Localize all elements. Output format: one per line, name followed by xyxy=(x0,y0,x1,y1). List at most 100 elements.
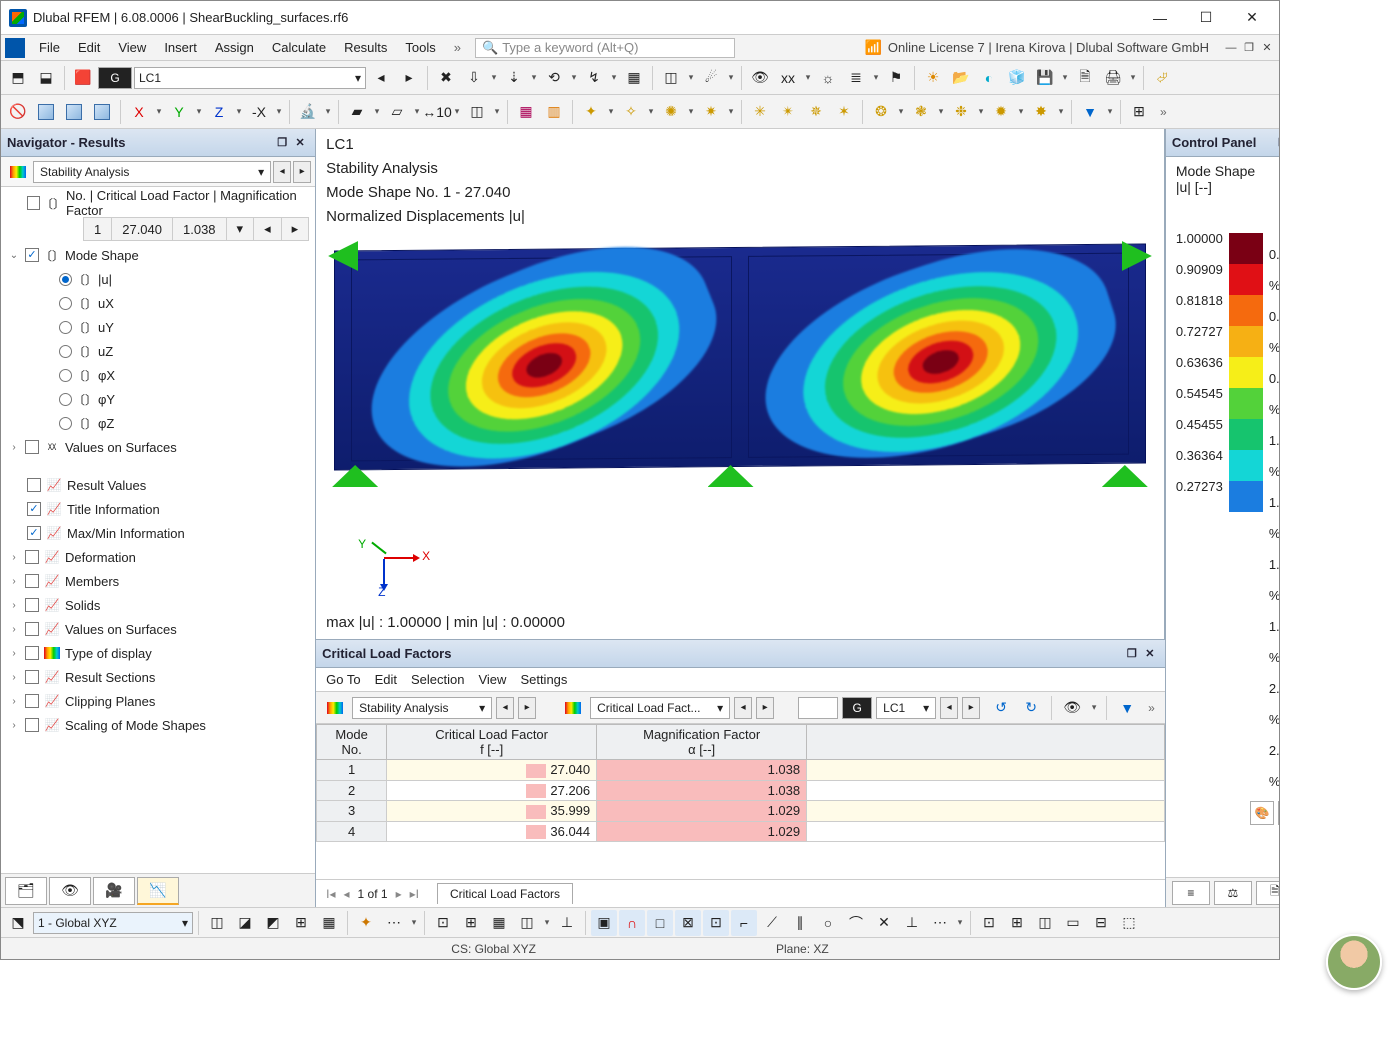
dock-icon[interactable]: ❐ xyxy=(1123,645,1141,663)
crit-factor-combo[interactable]: 1 27.040 1.038 ▾◂▸ xyxy=(83,217,309,241)
tbl-next3-button[interactable]: ▸ xyxy=(962,697,980,719)
axis-z-icon[interactable]: Z xyxy=(206,99,232,125)
cancel-icon[interactable]: 🚫 xyxy=(5,99,31,125)
osnap3-icon[interactable]: ⊠ xyxy=(675,910,701,936)
cp-tab-legend[interactable]: ≡ xyxy=(1172,881,1210,905)
tool-d-icon[interactable]: ⟲ xyxy=(541,65,567,91)
dock-icon[interactable]: ❐ xyxy=(273,134,291,152)
st2-icon[interactable]: ◪ xyxy=(232,910,258,936)
table-analysis-combo[interactable]: Stability Analysis▾ xyxy=(352,697,492,719)
tool-i-icon[interactable]: xx xyxy=(775,65,801,91)
tool-l-icon[interactable]: ⚑ xyxy=(883,65,909,91)
table-menu-edit[interactable]: Edit xyxy=(375,672,397,687)
osnap5-icon[interactable]: ⌐ xyxy=(731,910,757,936)
tree-values-on-surfaces[interactable]: ›ᵡᵡ Values on Surfaces xyxy=(3,435,313,459)
table-row[interactable]: 2 27.206 1.038 xyxy=(317,780,1165,801)
axis-x-icon[interactable]: X xyxy=(126,99,152,125)
checkbox[interactable] xyxy=(25,248,39,262)
sel4-icon[interactable]: ▭ xyxy=(1060,910,1086,936)
sel2-icon[interactable]: ⊞ xyxy=(1004,910,1030,936)
sel5-icon[interactable]: ⊟ xyxy=(1088,910,1114,936)
cat-clipping-planes[interactable]: ›📈Clipping Planes xyxy=(3,689,313,713)
tool-a-icon[interactable]: ✖ xyxy=(433,65,459,91)
st4-icon[interactable]: ⊞ xyxy=(288,910,314,936)
tool-f-icon[interactable]: ▦ xyxy=(621,65,647,91)
menu-assign[interactable]: Assign xyxy=(207,37,262,58)
cat-deformation[interactable]: ›📈Deformation xyxy=(3,545,313,569)
osnap-magnet-icon[interactable]: ∩ xyxy=(619,910,645,936)
iso3-icon[interactable] xyxy=(89,99,115,125)
tool-m-icon[interactable]: ☀ xyxy=(920,65,946,91)
osnap2-icon[interactable]: □ xyxy=(647,910,673,936)
opt-maxmin-info[interactable]: 📈Max/Min Information xyxy=(3,521,313,545)
osnap6-icon[interactable]: ⟋ xyxy=(759,910,785,936)
star8-icon[interactable]: ✶ xyxy=(831,99,857,125)
osnap1-icon[interactable]: ▣ xyxy=(591,910,617,936)
cs-combo[interactable]: 1 - Global XYZ▾ xyxy=(33,912,193,934)
snap3-icon[interactable]: ▦ xyxy=(486,910,512,936)
opt-title-info[interactable]: 📈Title Information xyxy=(3,497,313,521)
nav-prev-button[interactable]: ◂ xyxy=(273,161,291,183)
critical-load-table[interactable]: ModeNo. Critical Load Factorf [--] Magni… xyxy=(316,724,1165,842)
st7-icon[interactable]: ⋯ xyxy=(381,910,407,936)
cp-options-icon[interactable]: ⊟ xyxy=(1278,801,1279,825)
nav-tab-results[interactable]: 📉 xyxy=(137,877,179,905)
osnap4-icon[interactable]: ⊡ xyxy=(703,910,729,936)
cat-scaling-modes[interactable]: ›📈Scaling of Mode Shapes xyxy=(3,713,313,737)
star5-icon[interactable]: ✳ xyxy=(747,99,773,125)
tree-mode-uy[interactable]: 〔〕uY xyxy=(3,315,313,339)
save-icon[interactable]: 💾 xyxy=(1032,65,1058,91)
table-row[interactable]: 3 35.999 1.029 xyxy=(317,801,1165,822)
star1-icon[interactable]: ✦ xyxy=(578,99,604,125)
opt-result-values[interactable]: 📈Result Values xyxy=(3,473,313,497)
osnap7-icon[interactable]: ∥ xyxy=(787,910,813,936)
tbl-overflow-icon[interactable]: » xyxy=(1144,701,1159,715)
osnap11-icon[interactable]: ⊥ xyxy=(899,910,925,936)
nav-next-button[interactable]: ▸ xyxy=(293,161,311,183)
st1-icon[interactable]: ◫ xyxy=(204,910,230,936)
close-panel-icon[interactable]: ✕ xyxy=(291,134,309,152)
table-row[interactable]: 1 27.040 1.038 xyxy=(317,760,1165,781)
filter-icon[interactable]: ▼ xyxy=(1077,99,1103,125)
cp-edit-colors-icon[interactable]: 🎨 xyxy=(1250,801,1274,825)
tool-k-icon[interactable]: ≣ xyxy=(843,65,869,91)
tool-c-icon[interactable]: ⇣ xyxy=(501,65,527,91)
table-result-combo[interactable]: Critical Load Fact...▾ xyxy=(590,697,730,719)
checkbox[interactable] xyxy=(27,196,40,210)
tool-b-icon[interactable]: ⇩ xyxy=(461,65,487,91)
axis-neg-x-icon[interactable]: -X xyxy=(246,99,272,125)
tree-mode-uz[interactable]: 〔〕uZ xyxy=(3,339,313,363)
cs-icon[interactable]: ⬔ xyxy=(5,910,31,936)
sync2-icon[interactable]: ↻ xyxy=(1018,695,1044,721)
loadcase-combo[interactable]: LC1▾ xyxy=(134,67,366,89)
cat-members[interactable]: ›📈Members xyxy=(3,569,313,593)
analysis-combo[interactable]: Stability Analysis▾ xyxy=(33,161,271,183)
toolbar-overflow-icon[interactable]: » xyxy=(1154,105,1173,119)
snap2-icon[interactable]: ⊞ xyxy=(458,910,484,936)
app-menu-icon[interactable] xyxy=(5,38,25,58)
page-last-button[interactable]: ▸I xyxy=(410,887,419,901)
tool-model-icon[interactable]: ⬒ xyxy=(5,65,31,91)
tbl-prev3-button[interactable]: ◂ xyxy=(940,697,958,719)
iso2-icon[interactable] xyxy=(61,99,87,125)
tbl-next2-button[interactable]: ▸ xyxy=(756,697,774,719)
close-button[interactable]: ✕ xyxy=(1229,3,1275,33)
tree-mode-ux[interactable]: 〔〕uX xyxy=(3,291,313,315)
tool-color-icon[interactable]: 🟥 xyxy=(70,65,96,91)
tool-g-icon[interactable]: ◫ xyxy=(658,65,684,91)
table-lc-combo[interactable]: LC1▾ xyxy=(876,697,936,719)
prev-lc-button[interactable]: ◂ xyxy=(368,65,394,91)
report-icon[interactable]: 🗎 xyxy=(1072,65,1098,91)
search-input[interactable]: 🔍 Type a keyword (Alt+Q) xyxy=(475,38,735,58)
page-prev-button[interactable]: ◂ xyxy=(344,887,350,901)
tbl-next1-button[interactable]: ▸ xyxy=(518,697,536,719)
st6-icon[interactable]: ✦ xyxy=(353,910,379,936)
maximize-button[interactable]: ☐ xyxy=(1183,3,1229,33)
menu-overflow-icon[interactable]: » xyxy=(446,40,469,55)
sel6-icon[interactable]: ⬚ xyxy=(1116,910,1142,936)
snap1-icon[interactable]: ⊡ xyxy=(430,910,456,936)
osnap9-icon[interactable]: ⌒ xyxy=(843,910,869,936)
osnap12-icon[interactable]: ⋯ xyxy=(927,910,953,936)
menu-edit[interactable]: Edit xyxy=(70,37,108,58)
mdi-minimize-button[interactable]: — xyxy=(1223,40,1239,56)
